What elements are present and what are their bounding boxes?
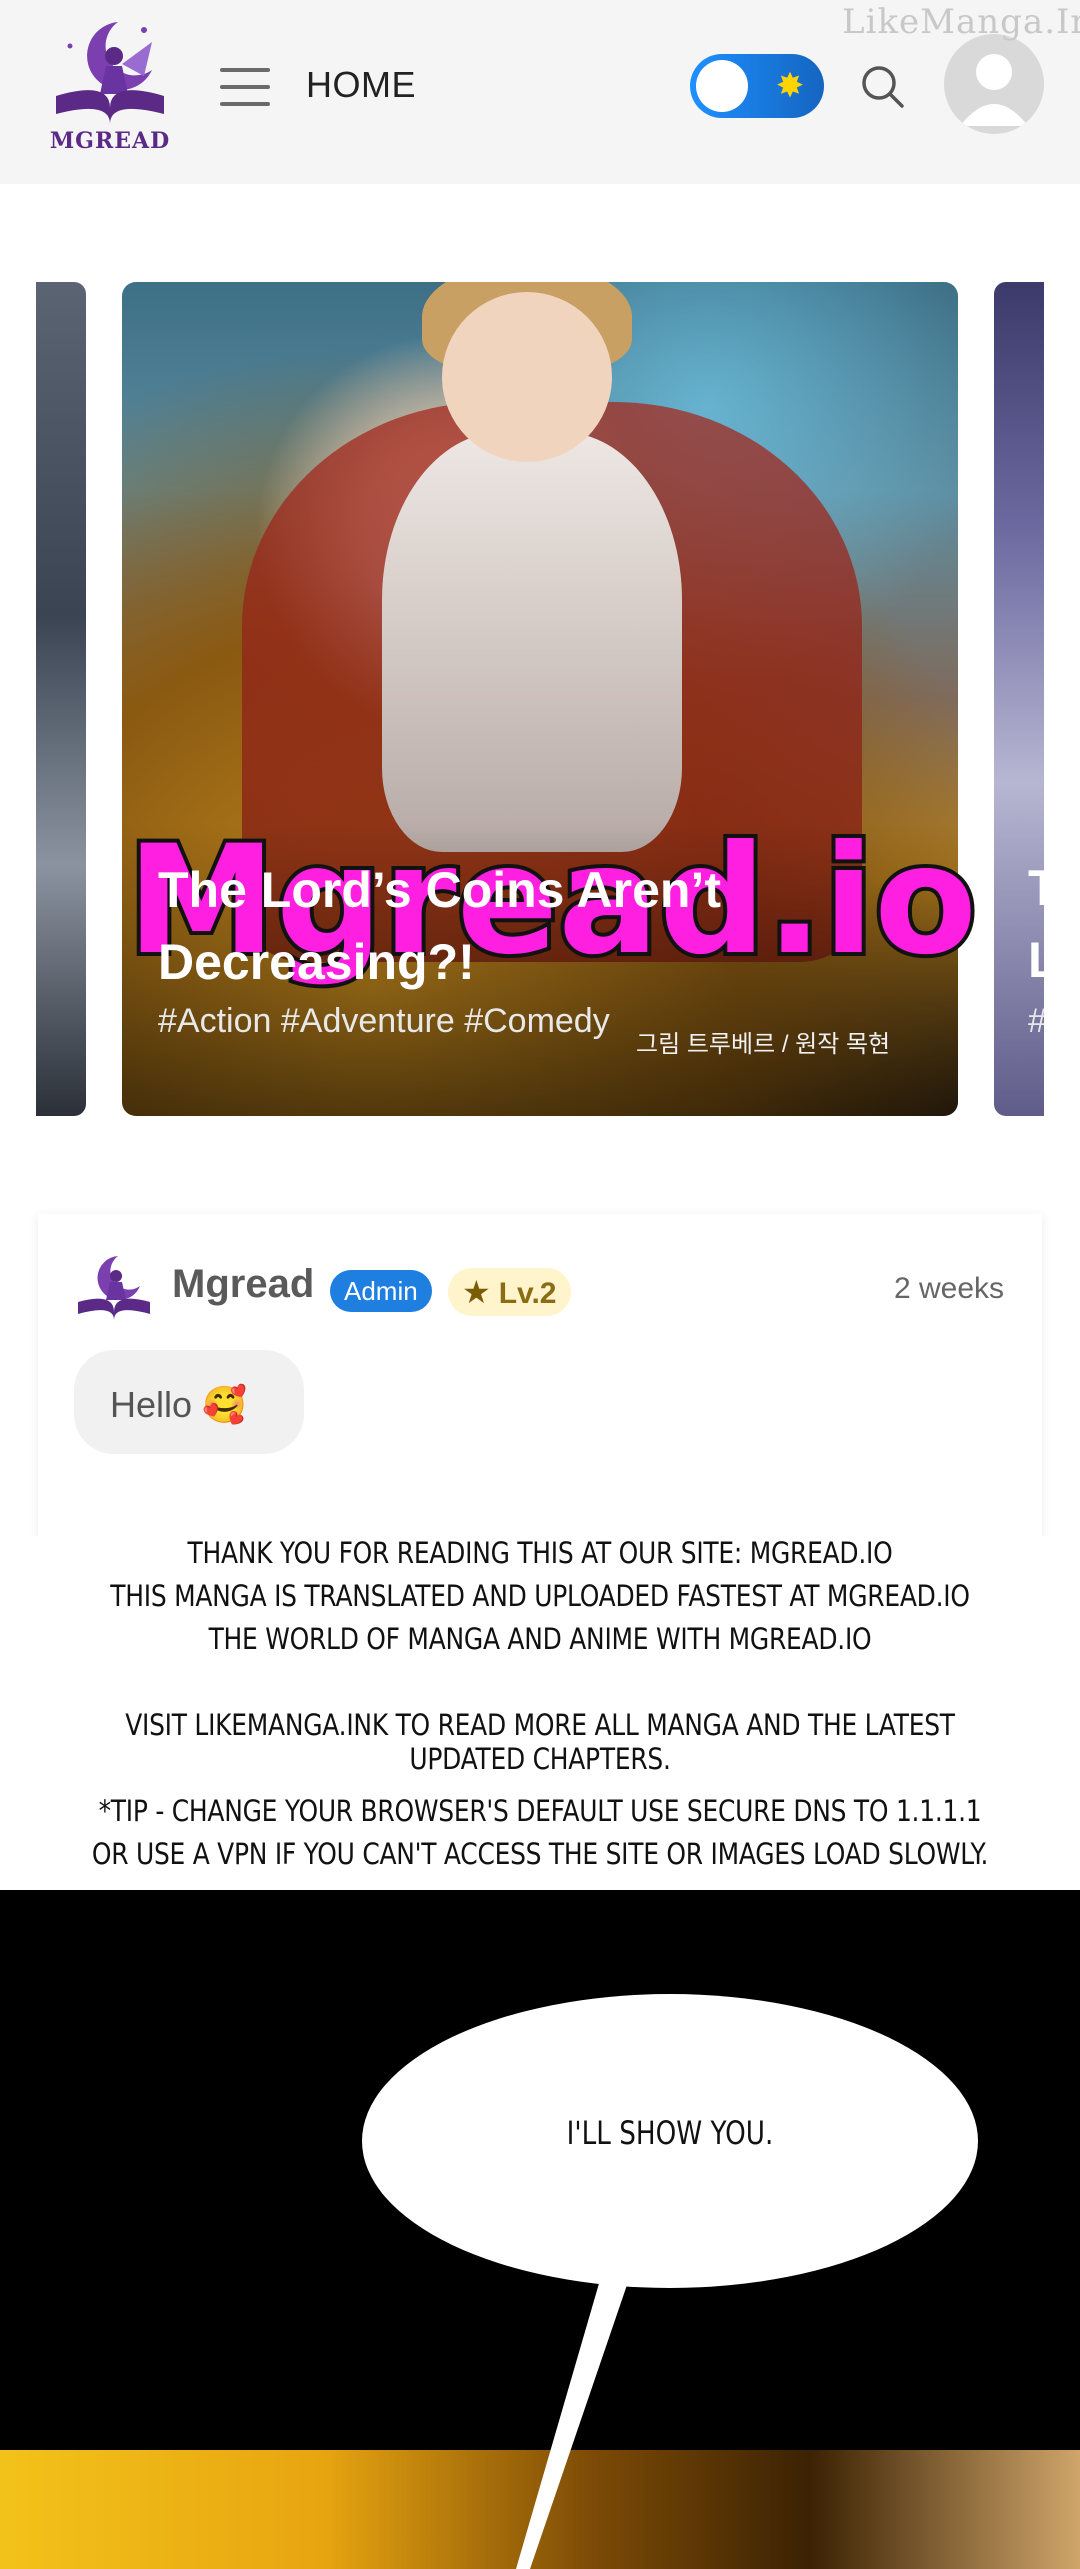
carousel-slide-next[interactable]: T L # xyxy=(994,282,1044,1116)
carousel-slide-prev[interactable] xyxy=(36,282,86,1116)
theme-toggle[interactable]: ✸ xyxy=(690,54,824,118)
user-icon xyxy=(960,54,1028,126)
manga-panel: I'LL SHOW YOU. xyxy=(0,1890,1080,2569)
notice-line: *TIP - CHANGE YOUR BROWSER'S DEFAULT USE… xyxy=(98,1794,982,1828)
site-logo[interactable]: MGREAD xyxy=(40,16,180,156)
notice-line: THANK YOU FOR READING THIS AT OUR SITE: … xyxy=(187,1536,893,1570)
fairy-book-icon xyxy=(56,22,164,124)
user-avatar[interactable] xyxy=(944,34,1044,134)
logo-text: MGREAD xyxy=(49,128,171,154)
slide-title[interactable]: The Lord’s Coins Aren’t Decreasing?! xyxy=(158,854,878,998)
comment-text: Hello 🥰 xyxy=(110,1384,247,1425)
search-icon[interactable] xyxy=(858,62,908,112)
hamburger-icon[interactable] xyxy=(220,68,270,106)
notice-line: THIS MANGA IS TRANSLATED AND UPLOADED FA… xyxy=(110,1579,970,1613)
next-slide-title: T L xyxy=(1028,860,1044,988)
notice-line: THE WORLD OF MANGA AND ANIME WITH MGREAD… xyxy=(208,1622,872,1656)
character-head xyxy=(442,292,612,462)
nav-home-link[interactable]: HOME xyxy=(306,64,416,106)
notice-line: OR USE A VPN IF YOU CAN'T ACCESS THE SIT… xyxy=(91,1837,989,1871)
level-text: Lv.2 xyxy=(498,1277,557,1310)
level-badge: ★ Lv.2 xyxy=(448,1268,571,1316)
next-slide-tags: # xyxy=(1028,1002,1044,1041)
site-notice: THANK YOU FOR READING THIS AT OUR SITE: … xyxy=(0,1536,1080,1890)
comment-time: 2 weeks xyxy=(894,1272,1005,1305)
top-navbar: MGREAD HOME ✸ LikeManga.Ink xyxy=(0,0,1080,184)
featured-carousel: T L # Mgread.io The Lord’s Coins Aren’t … xyxy=(0,282,1080,1116)
commenter-avatar[interactable] xyxy=(74,1252,154,1322)
notice-line: VISIT LIKEMANGA.INK TO READ MORE ALL MAN… xyxy=(125,1708,955,1776)
speech-tail xyxy=(516,2280,628,2569)
sun-icon: ✸ xyxy=(775,67,805,105)
star-icon: ★ xyxy=(462,1274,491,1310)
commenter-name[interactable]: Mgread xyxy=(172,1262,314,1307)
toggle-knob xyxy=(696,60,748,112)
watermark: LikeManga.Ink xyxy=(842,2,1080,42)
speech-text: I'LL SHOW YOU. xyxy=(566,2114,774,2152)
slide-tags: #Action #Adventure #Comedy xyxy=(158,1002,610,1040)
admin-badge: Admin xyxy=(330,1270,432,1312)
fairy-book-icon xyxy=(78,1256,150,1320)
slide-credit: 그림 트루베르 / 원작 목현 xyxy=(636,1031,891,1058)
